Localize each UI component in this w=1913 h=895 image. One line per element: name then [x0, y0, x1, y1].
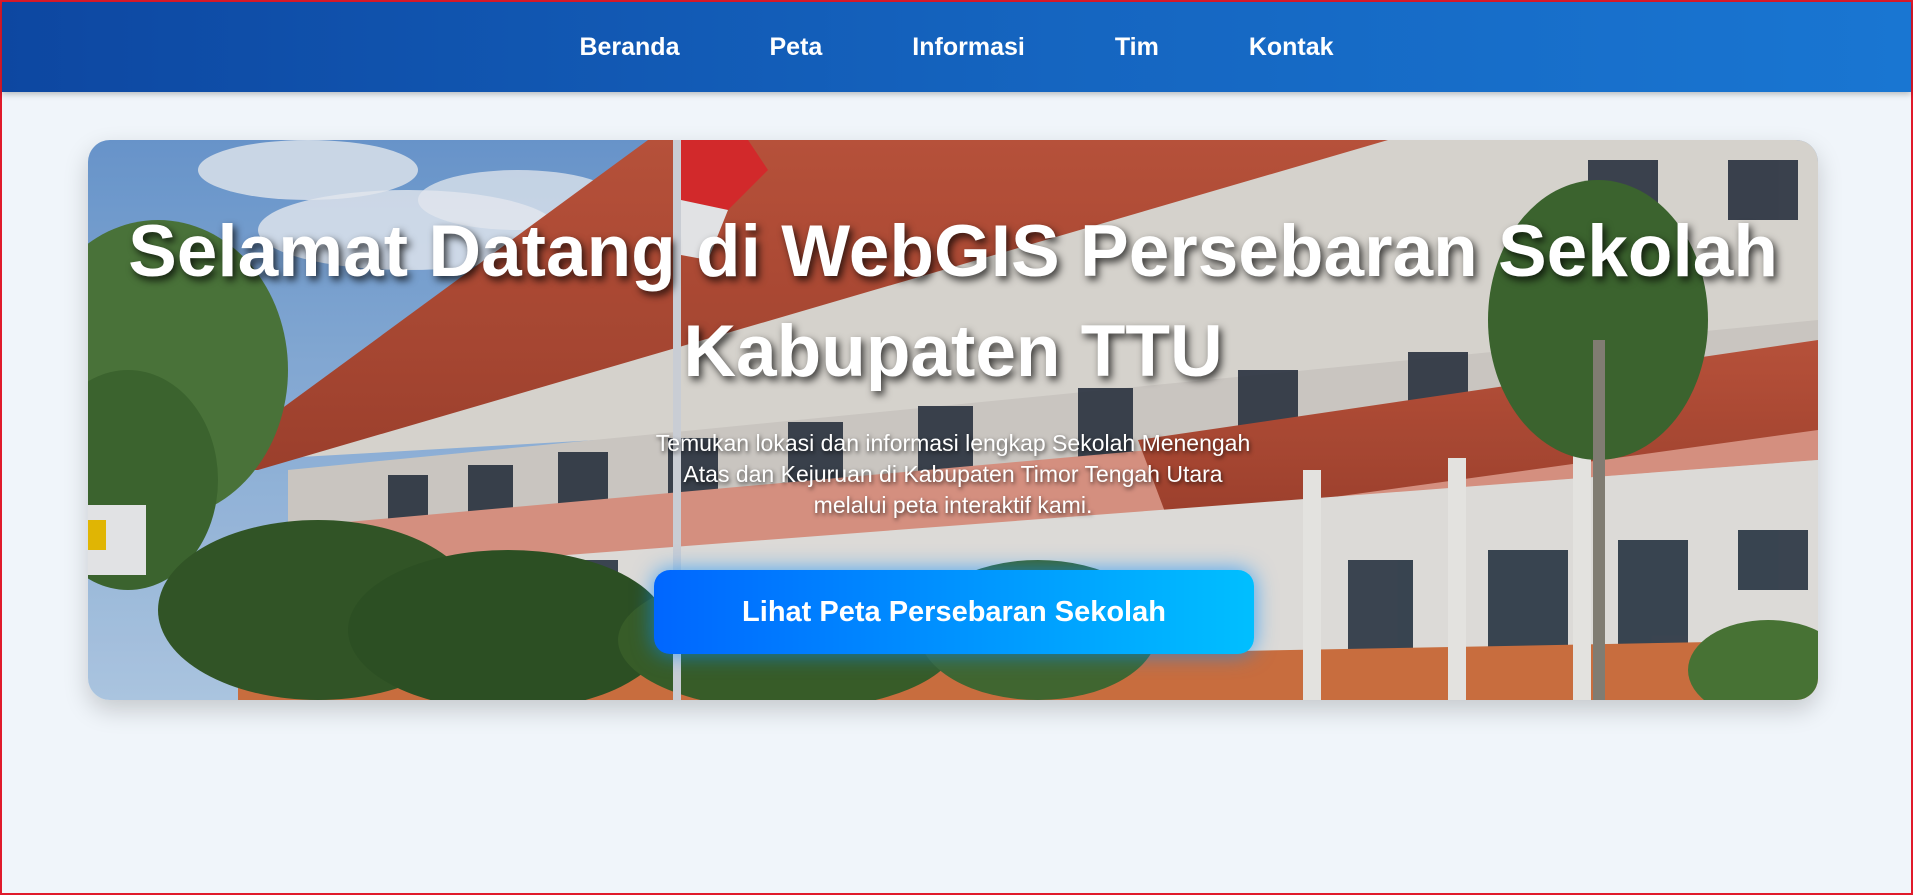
- nav-item-kontak[interactable]: Kontak: [1249, 33, 1334, 62]
- nav-item-informasi[interactable]: Informasi: [912, 33, 1025, 62]
- top-navbar: Beranda Peta Informasi Tim Kontak: [2, 2, 1911, 92]
- hero-section: Selamat Datang di WebGIS Persebaran Seko…: [88, 140, 1818, 700]
- nav-item-beranda[interactable]: Beranda: [579, 33, 679, 62]
- nav-links: Beranda Peta Informasi Tim Kontak: [2, 2, 1911, 92]
- nav-item-tim[interactable]: Tim: [1115, 33, 1159, 62]
- hero-subtitle: Temukan lokasi dan informasi lengkap Sek…: [655, 430, 1251, 518]
- view-map-button[interactable]: Lihat Peta Persebaran Sekolah: [654, 570, 1254, 654]
- hero-content: Selamat Datang di WebGIS Persebaran Seko…: [88, 140, 1818, 700]
- hero-title: Selamat Datang di WebGIS Persebaran Seko…: [128, 211, 1778, 392]
- nav-item-peta[interactable]: Peta: [769, 33, 822, 62]
